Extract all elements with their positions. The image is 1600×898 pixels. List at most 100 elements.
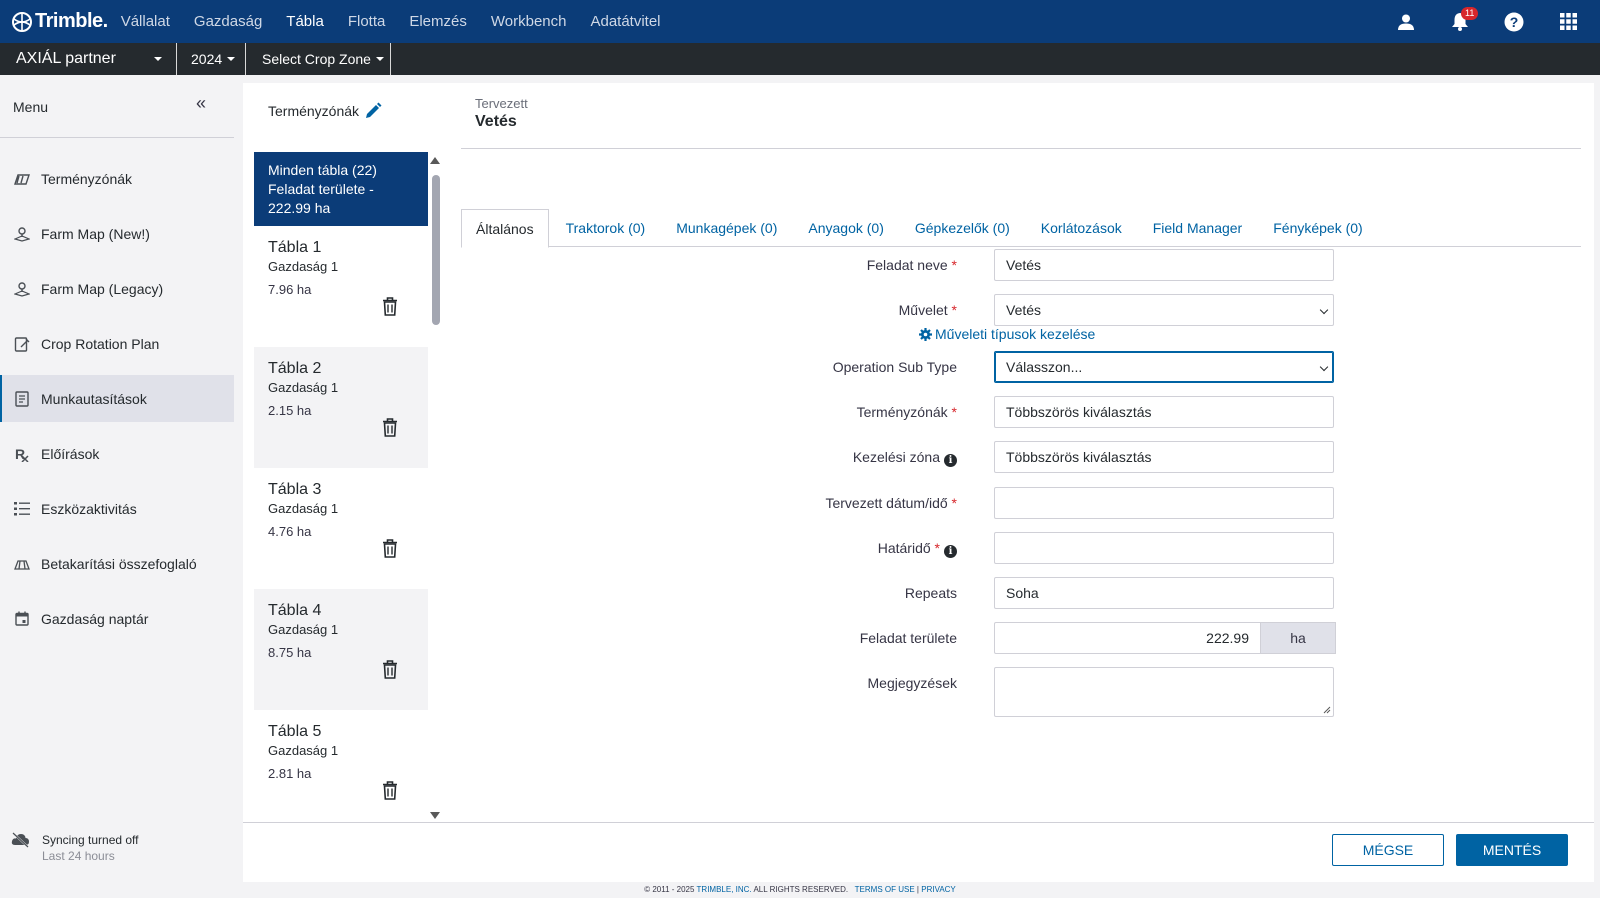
planned-date-field[interactable] [994,487,1334,519]
tab-field-manager[interactable]: Field Manager [1139,209,1257,247]
nav-item-gazdasag[interactable]: Gazdaság [194,13,262,30]
scroll-down-arrow[interactable] [430,812,440,819]
manage-operation-types-link[interactable]: Műveleti típusok kezelése [919,326,1095,342]
sub-type-select[interactable]: Válasszon... [994,351,1334,383]
bell-icon[interactable]: 11 [1442,4,1479,40]
sidebar-item-cropzones[interactable]: Terményzónák [0,155,234,202]
save-button[interactable]: MENTÉS [1456,834,1568,866]
sub-type-select-value: Válasszon... [1006,359,1083,375]
user-icon[interactable] [1388,4,1424,40]
sidebar-item-equipment-activity[interactable]: Eszközaktivitás [0,485,234,532]
tab-materials[interactable]: Anyagok (0) [794,209,897,247]
list-item[interactable]: Tábla 2 Gazdaság 1 2.15 ha [254,347,428,468]
crop-zone-selector[interactable]: Select Crop Zone [246,43,391,75]
trash-icon[interactable] [382,418,398,437]
list-item[interactable]: Tábla 3 Gazdaság 1 4.76 ha [254,468,428,589]
trimble-logo[interactable]: Trimble. [11,10,108,33]
tab-restrictions[interactable]: Korlátozások [1027,209,1136,247]
task-name-row: Feladat neve * Vetés [473,249,1334,281]
task-area-field[interactable]: 222.99 [995,622,1260,654]
sidebar-item-farm-map-new[interactable]: Farm Map (New!) [0,210,234,257]
help-icon[interactable]: ? [1496,4,1532,40]
trash-icon[interactable] [382,297,398,316]
caret-down-icon [154,57,162,61]
task-area-unit: ha [1260,622,1336,654]
notes-textarea[interactable] [994,667,1334,717]
rx-icon: R [13,445,31,463]
tab-operators[interactable]: Gépkezelők (0) [901,209,1024,247]
all-fields-item[interactable]: Minden tábla (22) Feladat területe - 222… [254,152,428,226]
list-item[interactable]: Tábla 5 Gazdaság 1 2.81 ha [254,710,428,808]
gear-icon [919,327,932,341]
sidebar-item-label: Munkautasítások [41,390,147,407]
farm-name: Gazdaság 1 [268,501,339,516]
trash-icon[interactable] [382,781,398,800]
task-name-field[interactable]: Vetés [994,249,1334,281]
planned-date-label-text: Tervezett dátum/idő [825,495,948,511]
mgmt-zone-field[interactable]: Többszörös kiválasztás [994,441,1334,473]
copyright-text: © 2011 - 2025 [644,885,695,894]
sync-off-icon [11,832,30,848]
sidebar-item-label: Előírások [41,445,100,462]
nav-item-flotta[interactable]: Flotta [348,13,386,30]
sidebar-item-prescriptions[interactable]: R Előírások [0,430,234,477]
planned-date-label: Tervezett dátum/idő * [825,495,957,511]
privacy-link[interactable]: PRIVACY [921,885,956,894]
nav-item-vallalat[interactable]: Vállalat [121,13,170,30]
trash-icon[interactable] [382,539,398,558]
year-selector-label: 2024 [191,51,223,67]
nav-item-adatatvitel[interactable]: Adatátvitel [590,13,660,30]
list-item[interactable]: Tábla 1 Gazdaság 1 7.96 ha [254,226,428,347]
repeats-label: Repeats [904,585,957,601]
list-item[interactable]: Tábla 4 Gazdaság 1 8.75 ha [254,589,428,710]
deadline-label-text: Határidő [877,540,931,556]
nav-item-tabla[interactable]: Tábla [286,13,324,30]
partner-selector-label: AXIÁL partner [16,50,116,67]
tab-implements[interactable]: Munkagépek (0) [662,209,791,247]
required-asterisk: * [934,540,940,556]
rights-text: ALL RIGHTS RESERVED. [753,885,849,894]
scroll-up-arrow[interactable] [430,157,440,164]
company-link[interactable]: TRIMBLE, INC. [697,885,752,894]
trash-icon[interactable] [382,660,398,679]
mgmt-zone-label: Kezelési zóna i [853,449,957,467]
partner-selector[interactable]: AXIÁL partner [0,43,177,75]
crop-zones-field[interactable]: Többszörös kiválasztás [994,396,1334,428]
field-name: Tábla 2 [268,360,322,377]
sidebar-item-crop-rotation[interactable]: Crop Rotation Plan [0,320,234,367]
repeats-field[interactable]: Soha [994,577,1334,609]
logo-text: Trimble. [35,10,108,32]
deadline-field[interactable] [994,532,1334,564]
operation-select[interactable]: Vetés [994,294,1334,326]
info-icon[interactable]: i [944,545,957,558]
year-selector[interactable]: 2024 [177,43,246,75]
nav-item-elemzes[interactable]: Elemzés [409,13,467,30]
menu-heading: Menu [13,99,49,115]
task-area-group: 222.99 ha [994,622,1336,654]
zone-list-scrollbar[interactable] [432,175,440,325]
required-asterisk: * [951,257,957,273]
cancel-button[interactable]: MÉGSE [1332,834,1444,866]
sidebar-item-farm-calendar[interactable]: Gazdaság naptár [0,595,234,642]
sidebar-item-label: Betakarítási összefoglaló [41,555,197,572]
footer-separator: | [916,885,919,894]
tab-photos[interactable]: Fényképek (0) [1259,209,1376,247]
sync-title: Syncing turned off [42,833,139,847]
operation-label-text: Művelet [898,302,948,318]
edit-pencil-icon[interactable] [364,102,382,120]
notification-badge: 11 [1461,6,1479,20]
crop-zone-selector-label: Select Crop Zone [262,51,371,67]
sub-type-label: Operation Sub Type [832,359,957,375]
sidebar-item-farm-map-legacy[interactable]: Farm Map (Legacy) [0,265,234,312]
info-icon[interactable]: i [944,454,957,467]
apps-grid-icon[interactable] [1550,4,1586,40]
nav-item-workbench[interactable]: Workbench [491,13,567,30]
resize-handle-icon[interactable] [1323,706,1331,714]
tab-general[interactable]: Általános [461,209,549,248]
sidebar-item-work-orders[interactable]: Munkautasítások [0,375,234,422]
calendar-icon [13,610,31,628]
sidebar-item-harvest-summary[interactable]: Betakarítási összefoglaló [0,540,234,587]
collapse-sidebar-icon[interactable]: « [196,93,206,114]
terms-link[interactable]: TERMS OF USE [855,885,915,894]
tab-tractors[interactable]: Traktorok (0) [552,209,660,247]
